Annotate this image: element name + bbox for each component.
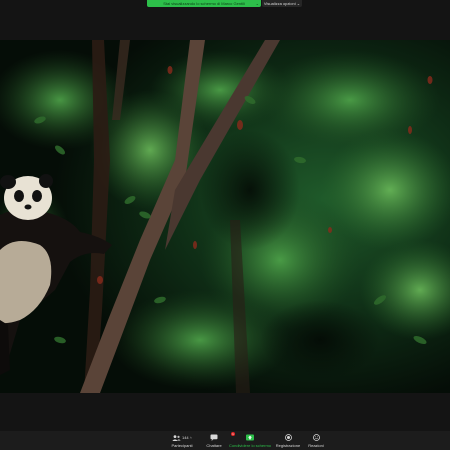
participants-count: 144 — [181, 435, 189, 440]
panda-forest-photo — [0, 40, 450, 393]
share-screen-icon — [246, 434, 254, 441]
view-options-button[interactable]: Visualizza opzioni ⌄ — [262, 0, 302, 7]
screen-share-banner[interactable]: Stai visualizzando lo schermo di Marco G… — [147, 0, 261, 7]
record-icon — [284, 434, 292, 441]
view-options-label: Visualizza opzioni — [263, 1, 296, 6]
share-screen-label: Condividere lo schermo — [228, 443, 272, 448]
reactions-label: Reazioni — [308, 443, 324, 448]
smiley-icon — [312, 434, 320, 441]
people-icon — [172, 434, 181, 441]
shared-screen-image — [0, 40, 450, 393]
share-banner-text: Stai visualizzando lo schermo di Marco G… — [163, 1, 245, 6]
top-bar: Stai visualizzando lo schermo di Marco G… — [0, 0, 450, 40]
participants-label: Partecipanti — [171, 443, 193, 448]
chevron-down-icon[interactable]: ⌄ — [256, 0, 259, 7]
chat-icon — [210, 434, 218, 441]
share-screen-button[interactable]: Condividere lo schermo — [228, 432, 272, 450]
chat-label: Chattare — [206, 443, 222, 448]
reactions-button[interactable]: Reazioni — [296, 432, 336, 450]
meeting-toolbar: 144 ˄ Partecipanti 1 Chattare Condivider… — [0, 431, 450, 450]
video-area-gap — [0, 393, 450, 431]
chevron-up-icon[interactable]: ˄ — [190, 435, 192, 440]
chevron-down-icon: ⌄ — [296, 1, 301, 6]
